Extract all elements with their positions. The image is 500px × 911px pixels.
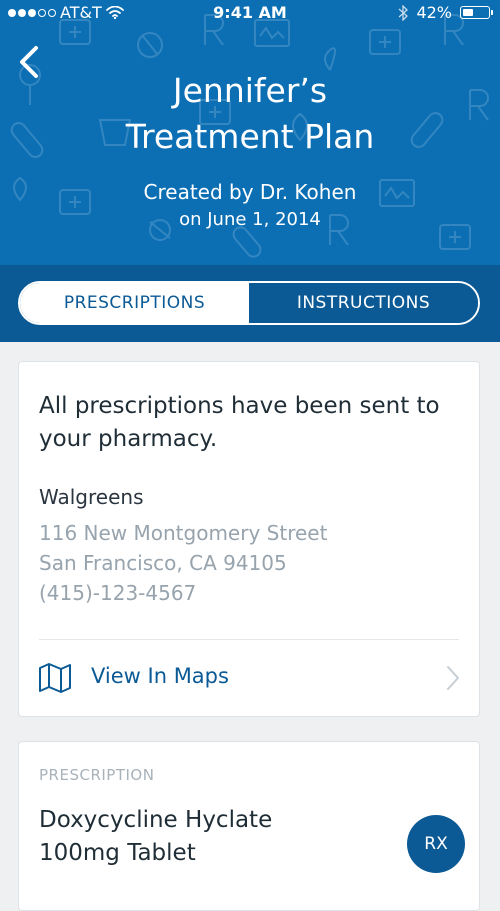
tab-prescriptions[interactable]: PRESCRIPTIONS — [20, 283, 249, 323]
bluetooth-icon — [399, 4, 409, 21]
battery-icon — [460, 6, 493, 19]
drug-dosage: 100mg Tablet — [39, 840, 196, 866]
prescription-card[interactable]: PRESCRIPTION Doxycycline Hyclate 100mg T… — [18, 741, 480, 911]
header: AT&T 9:41 AM 42% Jennifer’s Treatment Pl… — [0, 0, 500, 265]
status-bar: AT&T 9:41 AM 42% — [0, 0, 500, 26]
pharmacy-name: Walgreens — [39, 485, 144, 509]
created-by: Created by Dr. Kohen — [143, 180, 357, 204]
pharmacy-card: All prescriptions have been sent to your… — [18, 361, 480, 717]
created-date: on June 1, 2014 — [179, 209, 321, 230]
segmented-control: PRESCRIPTIONS INSTRUCTIONS — [18, 281, 480, 325]
plan-subtitle: Created by Dr. Kohen on June 1, 2014 — [0, 178, 500, 234]
tab-instructions[interactable]: INSTRUCTIONS — [249, 283, 478, 323]
page-title: Jennifer’s Treatment Plan — [0, 68, 500, 160]
pharmacy-phone[interactable]: (415)-123-4567 — [39, 578, 327, 608]
title-line-2: Treatment Plan — [125, 117, 375, 156]
pharmacy-address: 116 New Montgomery Street San Francisco,… — [39, 518, 327, 608]
battery-percentage: 42% — [416, 3, 452, 22]
view-in-maps-label: View In Maps — [91, 664, 229, 688]
title-line-1: Jennifer’s — [172, 71, 328, 110]
map-icon — [39, 663, 71, 693]
prescription-caption: PRESCRIPTION — [39, 766, 155, 784]
chevron-right-icon — [447, 666, 459, 690]
drug-name: Doxycycline Hyclate 100mg Tablet — [39, 804, 272, 870]
view-in-maps-row[interactable]: View In Maps — [19, 640, 479, 718]
address-city: San Francisco, CA 94105 — [39, 551, 287, 575]
pharmacy-status-headline: All prescriptions have been sent to your… — [39, 393, 440, 452]
drug-name-line-1: Doxycycline Hyclate — [39, 807, 273, 833]
rx-badge-button[interactable]: RX — [407, 815, 465, 873]
tab-bar: PRESCRIPTIONS INSTRUCTIONS — [0, 265, 500, 342]
address-street: 116 New Montgomery Street — [39, 521, 328, 545]
